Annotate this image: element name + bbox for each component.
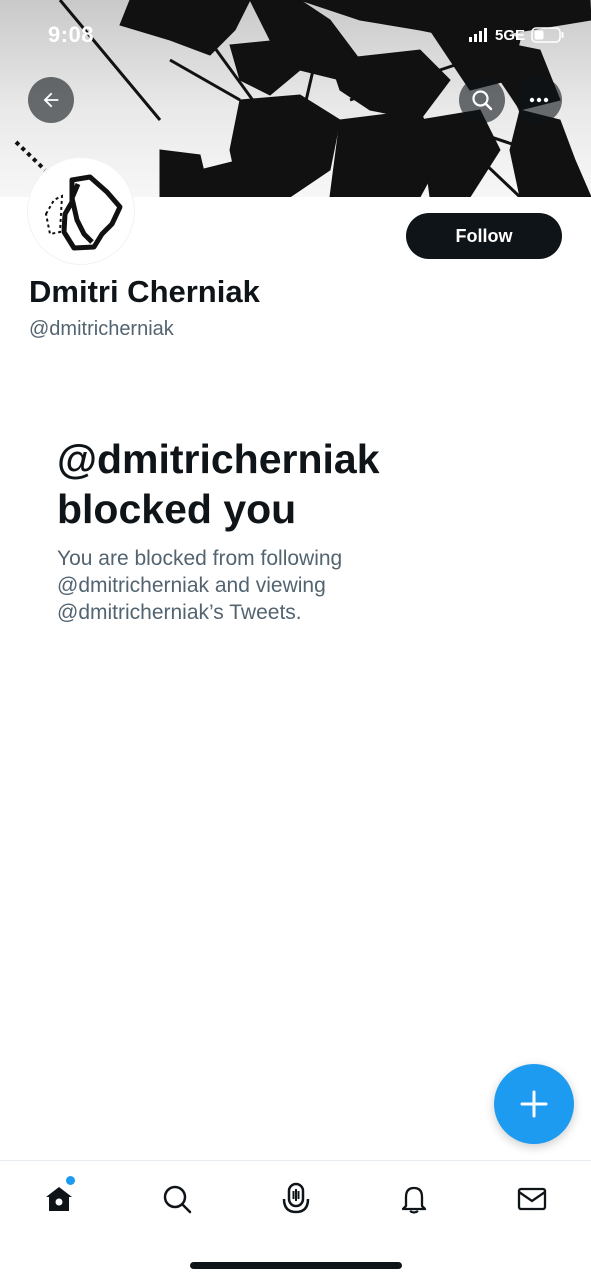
signal-icon xyxy=(468,28,487,42)
nav-home[interactable] xyxy=(35,1179,83,1219)
profile-avatar[interactable] xyxy=(28,158,134,264)
bell-icon xyxy=(401,1186,427,1214)
blocked-title: @dmitricherniak blocked you xyxy=(57,436,380,532)
profile-handle: @dmitricherniak xyxy=(29,318,174,340)
bottom-nav xyxy=(0,1160,591,1281)
microphone-icon xyxy=(282,1182,310,1214)
nav-search[interactable] xyxy=(153,1179,201,1219)
more-button[interactable] xyxy=(516,77,562,123)
compose-tweet-button[interactable] xyxy=(494,1064,574,1144)
profile-display-name: Dmitri Cherniak xyxy=(29,274,260,309)
search-icon xyxy=(163,1185,192,1214)
blocked-description: You are blocked from following @dmitrich… xyxy=(57,547,343,624)
network-type: 5GE xyxy=(494,26,525,44)
home-indicator xyxy=(190,1262,402,1269)
search-icon xyxy=(472,90,493,111)
nav-messages[interactable] xyxy=(508,1179,556,1219)
follow-button[interactable]: Follow xyxy=(406,213,562,259)
status-bar: 9:08 5GE xyxy=(0,0,591,70)
arrow-left-icon xyxy=(43,92,59,108)
battery-icon xyxy=(531,27,564,43)
more-horizontal-icon xyxy=(529,97,549,103)
search-button[interactable] xyxy=(459,77,505,123)
status-time: 9:08 xyxy=(48,22,95,47)
plus-icon xyxy=(520,1090,548,1118)
back-button[interactable] xyxy=(28,77,74,123)
nav-notifications[interactable] xyxy=(390,1179,438,1219)
home-notification-dot xyxy=(66,1176,75,1185)
nav-spaces[interactable] xyxy=(272,1179,320,1219)
status-indicators: 5GE xyxy=(468,24,565,46)
mail-icon xyxy=(517,1187,547,1211)
home-icon xyxy=(46,1187,72,1211)
avatar-artwork xyxy=(44,174,123,251)
